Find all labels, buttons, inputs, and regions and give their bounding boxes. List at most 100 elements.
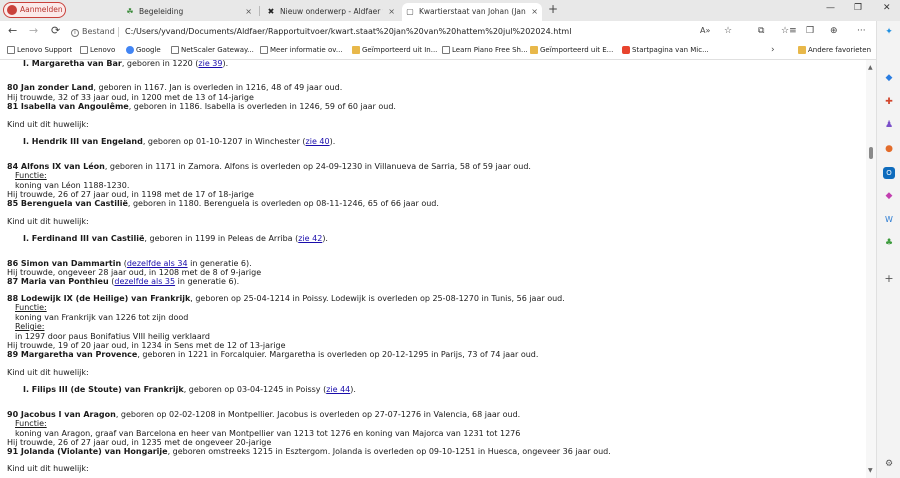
bookmark-label: Learn Piano Free Sh... [452,46,528,54]
doc-line: Kind uit dit huwelijk: [7,464,89,473]
profile-label: Aanmelden [20,5,63,14]
more-menu-button[interactable]: ··· [857,26,866,36]
clover-icon: ☘ [126,7,134,16]
scroll-down-icon[interactable]: ▼ [868,467,873,474]
ref-link[interactable]: zie 40 [306,137,330,146]
doc-line: 84 Alfons IX van Léon, geboren in 1171 i… [7,162,531,171]
doc-line: I. Ferdinand III van Castilië, geboren i… [23,234,328,243]
url-input[interactable]: C:/Users/yvand/Documents/Aldfaer/Rapport… [125,27,571,36]
avatar-icon [7,5,17,15]
doc-line: 91 Jolanda (Violante) van Hongarije, geb… [7,447,611,456]
doc-line: I. Filips III (de Stoute) van Frankrijk,… [23,385,356,394]
minimize-button[interactable]: — [826,3,835,13]
ref-link[interactable]: zie 42 [298,234,322,243]
favorite-star-icon[interactable]: ☆ [724,26,732,36]
microsoft-icon [622,46,630,54]
bookmark-lenovo-support[interactable]: Lenovo Support [7,46,72,55]
bookmark-meer-informatie[interactable]: Meer informatie ov... [260,46,343,55]
bookmark-label: Startpagina van Mic... [632,46,709,54]
doc-line: 90 Jacobus I van Aragon, geboren op 02-0… [7,410,521,419]
doc-line: 80 Jan zonder Land, geboren in 1167. Jan… [7,83,343,92]
profile-button[interactable]: Aanmelden [3,2,66,18]
doc-line: Functie: [15,303,47,312]
bookmark-label: NetScaler Gateway... [181,46,254,54]
shopping-icon[interactable]: ◆ [883,72,895,84]
split-screen-icon[interactable]: ⧉ [758,26,764,36]
bookmark-label: Meer informatie ov... [270,46,343,54]
doc-line: Functie: [15,419,47,428]
collections-icon[interactable]: ❒ [806,26,814,36]
office-icon[interactable]: ● [883,143,895,155]
scroll-thumb[interactable] [869,147,873,159]
word-icon[interactable]: W [883,214,895,226]
designer-icon[interactable]: ◆ [883,190,895,202]
doc-line: Kind uit dit huwelijk: [7,217,89,226]
ref-link[interactable]: zie 44 [326,385,350,394]
bookmark-lenovo[interactable]: Lenovo [80,46,115,55]
page-content: I. Margaretha van Bar, geboren in 1220 (… [0,60,866,478]
bookmark-folder-import-ie[interactable]: Geïmporteerd uit In... [352,46,437,55]
bookmark-other-favorites[interactable]: Andere favorieten [798,46,871,55]
tab-close-icon[interactable]: × [531,3,538,20]
favorites-icon[interactable]: ☆≡ [781,26,797,36]
page-icon [260,46,268,54]
ref-link[interactable]: dezelfde als 35 [114,277,175,286]
tab-close-icon[interactable]: × [245,3,252,20]
maximize-button[interactable]: ❐ [854,3,862,13]
url-separator [118,27,119,37]
ref-link[interactable]: zie 39 [198,60,222,68]
games-icon[interactable]: ♟ [883,119,895,131]
bookmarks-bar: Lenovo Support Lenovo Google NetScaler G… [0,42,900,60]
scheme-label: Bestand [82,27,115,36]
reload-button[interactable]: ⟳ [51,25,60,37]
tools-icon[interactable]: ✚ [883,96,895,108]
bookmark-label: Lenovo Support [17,46,73,54]
back-button[interactable]: ← [8,25,17,37]
copilot-icon[interactable]: ✦ [883,26,895,38]
tree-icon[interactable]: ♣ [883,237,895,249]
doc-line: Kind uit dit huwelijk: [7,368,89,377]
bookmark-netscaler[interactable]: NetScaler Gateway... [171,46,254,55]
bookmark-label: Lenovo [90,46,116,54]
tab-begeleiding[interactable]: ☘ Begeleiding × [122,3,256,21]
scroll-up-icon[interactable]: ▲ [868,64,873,71]
ref-link[interactable]: dezelfde als 34 [127,259,188,268]
info-icon: i [71,29,79,37]
folder-icon [530,46,538,54]
read-aloud-icon[interactable]: A» [700,26,710,36]
page-icon: ▢ [406,7,414,16]
doc-line: 88 Lodewijk IX (de Heilige) van Frankrij… [7,294,565,303]
outlook-icon[interactable]: O [883,167,895,179]
add-icon[interactable]: + [883,273,895,285]
page-icon [171,46,179,54]
forward-button[interactable]: → [29,25,38,37]
bookmark-google[interactable]: Google [126,46,161,55]
bookmark-learn-piano[interactable]: Learn Piano Free Sh... [442,46,528,55]
doc-line: 85 Berenguela van Castilië, geboren in 1… [7,199,439,208]
page-icon [442,46,450,54]
settings-icon[interactable]: ⚙ [883,458,895,470]
bookmark-startpagina[interactable]: Startpagina van Mic... [622,46,709,55]
tab-title: Kwartierstaat van Johan (Jan) van [419,7,526,16]
doc-line: 87 Maria van Ponthieu (dezelfde als 35 i… [7,277,240,286]
tab-bar: Aanmelden ☘ Begeleiding × ✖ Nieuw onderw… [0,0,900,21]
bookmark-folder-import-edge[interactable]: Geïmporteerd uit E... [530,46,613,55]
bookmark-label: Google [136,46,161,54]
doc-line: I. Margaretha van Bar, geboren in 1220 (… [23,60,229,68]
close-window-button[interactable]: ✕ [883,3,891,13]
tab-kwartierstaat[interactable]: ▢ Kwartierstaat van Johan (Jan) van × [402,3,542,21]
site-info-button[interactable]: i Bestand [71,27,115,37]
aldfaer-icon: ✖ [267,7,275,16]
bookmark-label: Geïmporteerd uit E... [540,46,614,54]
page-icon [7,46,15,54]
new-tab-button[interactable]: + [548,2,558,16]
tab-title: Nieuw onderwerp - Aldfaer forum [280,7,383,16]
google-icon [126,46,134,54]
vertical-scrollbar[interactable]: ▲ ▼ [866,60,876,478]
bookmarks-more-chevron-icon[interactable]: › [771,45,775,55]
edge-sidebar: ✦ ◆ ✚ ♟ ● O ◆ W ♣ + ⚙ [876,21,900,478]
doc-line: Functie: [15,171,47,180]
tab-close-icon[interactable]: × [388,3,395,20]
browser-essentials-icon[interactable]: ⊕ [830,26,838,36]
tab-aldfaer-forum[interactable]: ✖ Nieuw onderwerp - Aldfaer forum × [263,3,399,21]
